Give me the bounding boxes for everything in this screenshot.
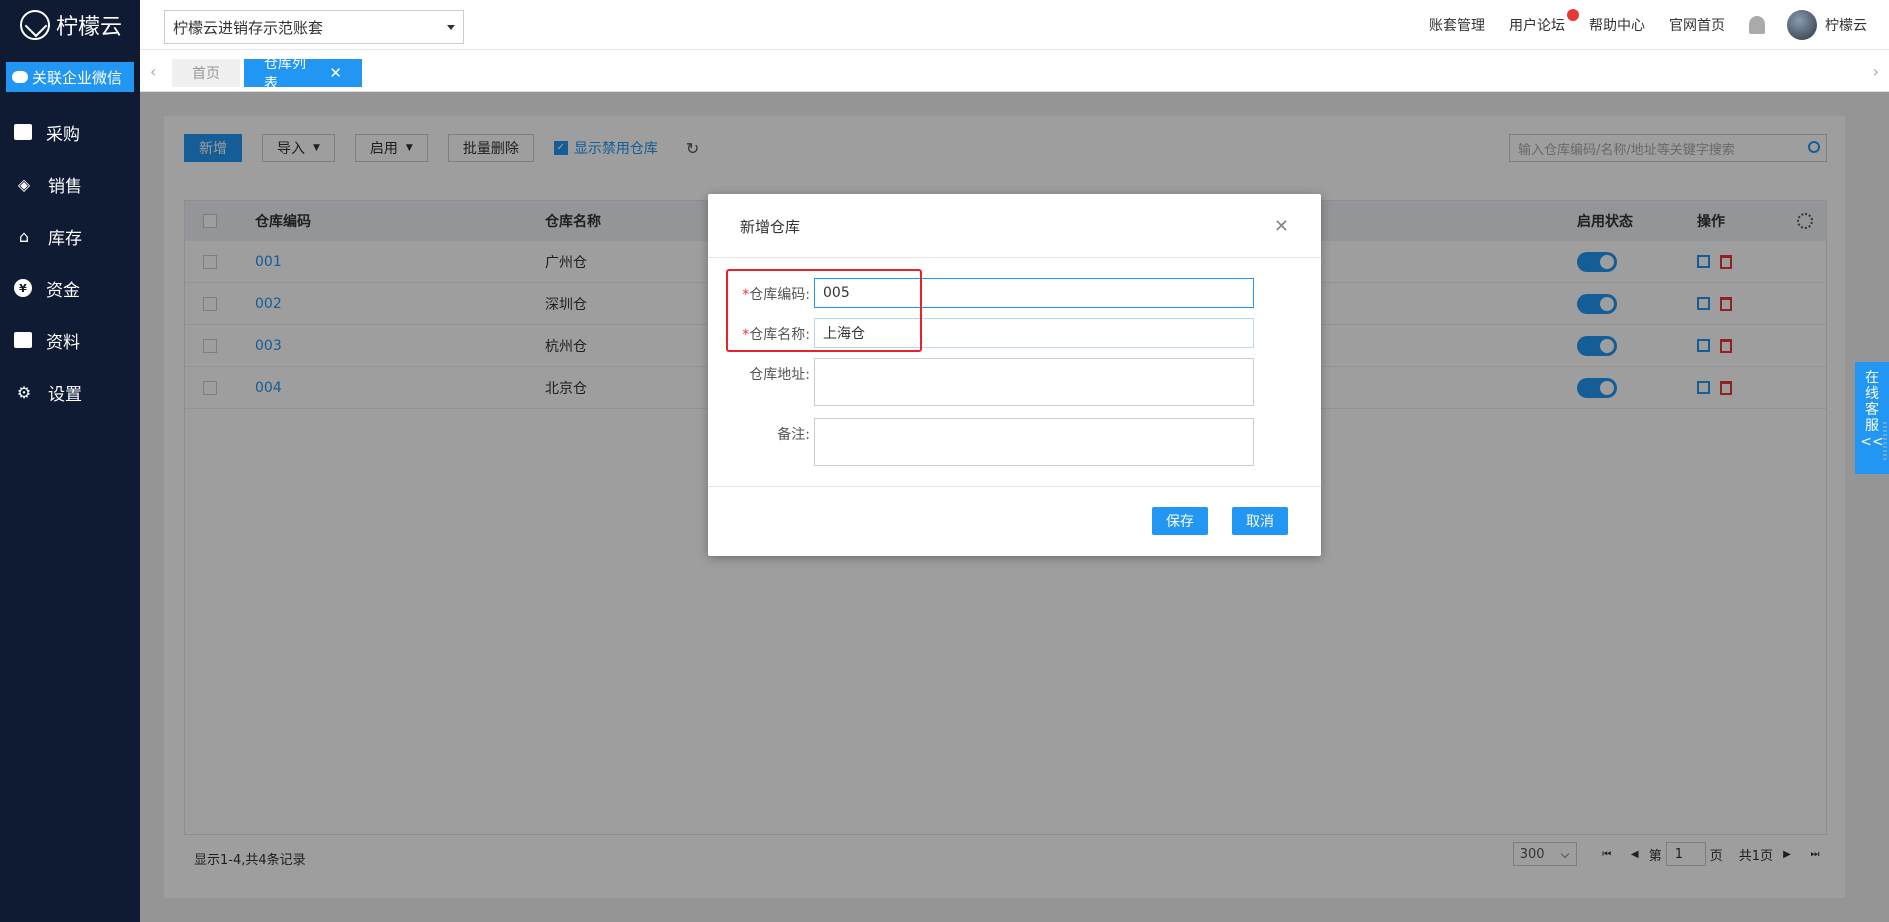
sidebar-item-settings[interactable]: ⚙ 设置 <box>0 366 140 418</box>
yen-icon: ¥ <box>14 279 32 297</box>
hot-badge-icon <box>1567 9 1579 21</box>
user-name[interactable]: 柠檬云 <box>1825 15 1867 35</box>
logo-text: 柠檬云 <box>56 15 123 40</box>
account-management-link[interactable]: 账套管理 <box>1429 15 1485 35</box>
account-select[interactable]: 柠檬云进销存示范账套 <box>164 10 464 44</box>
highlight-box <box>726 269 922 352</box>
address-field-row: 仓库地址: <box>708 358 1254 406</box>
service-char: 线 <box>1865 386 1879 402</box>
save-button[interactable]: 保存 <box>1152 507 1208 535</box>
lemon-logo-icon <box>20 10 50 40</box>
warehouse-icon: ⌂ <box>18 226 30 246</box>
sidebar-item-sales[interactable]: ◈ 销售 <box>0 158 140 210</box>
add-warehouse-dialog: 新增仓库 ✕ *仓库编码: 005 *仓库名称: 上海仓 仓库地址: 备注: 保… <box>708 194 1321 556</box>
top-links: 账套管理 用户论坛 帮助中心 官网首页 柠檬云 <box>1429 0 1889 50</box>
official-site-link[interactable]: 官网首页 <box>1669 15 1725 35</box>
dialog-title: 新增仓库 <box>740 218 801 236</box>
note-field-row: 备注: <box>708 418 1254 466</box>
chat-icon <box>12 71 28 83</box>
sidebar-item-label: 采购 <box>46 124 80 145</box>
sidebar-item-label: 设置 <box>48 384 82 405</box>
sidebar: 柠檬云 关联企业微信 采购 ◈ 销售 ⌂ 库存 ¥ 资金 资料 ⚙ 设置 <box>0 0 140 922</box>
help-center-link[interactable]: 帮助中心 <box>1589 15 1645 35</box>
sidebar-item-data[interactable]: 资料 <box>0 314 140 366</box>
sidebar-item-label: 库存 <box>48 228 82 249</box>
service-char: << <box>1860 434 1884 450</box>
document-icon <box>14 332 32 348</box>
caret-down-icon <box>447 25 455 30</box>
tab-home[interactable]: 首页 <box>172 59 240 87</box>
online-service-tab[interactable]: 在 线 客 服 << <box>1855 362 1889 474</box>
top-header: 柠檬云进销存示范账套 账套管理 用户论坛 帮助中心 官网首页 柠檬云 <box>140 0 1889 50</box>
bell-icon[interactable] <box>1749 16 1765 34</box>
sidebar-item-purchase[interactable]: 采购 <box>0 106 140 158</box>
dialog-footer: 保存 取消 <box>708 486 1321 556</box>
warehouse-address-input[interactable] <box>814 358 1254 406</box>
tab-home-label: 首页 <box>192 66 220 82</box>
service-char: 服 <box>1865 418 1879 434</box>
drag-handle-icon[interactable] <box>1883 422 1887 462</box>
close-tab-icon[interactable]: ✕ <box>329 64 342 82</box>
dialog-header: 新增仓库 ✕ <box>708 194 1321 258</box>
avatar[interactable] <box>1787 10 1817 40</box>
gear-icon: ⚙ <box>16 382 32 402</box>
service-char: 客 <box>1865 402 1879 418</box>
sidebar-item-label: 资金 <box>46 280 80 301</box>
bag-icon <box>14 124 32 140</box>
logo[interactable]: 柠檬云 <box>0 0 140 50</box>
tab-warehouse-list[interactable]: 仓库列表 ✕ <box>244 56 362 92</box>
sidebar-item-funds[interactable]: ¥ 资金 <box>0 262 140 314</box>
sidebar-item-inventory[interactable]: ⌂ 库存 <box>0 210 140 262</box>
service-char: 在 <box>1865 370 1879 386</box>
tag-icon: ◈ <box>17 174 31 194</box>
sidebar-item-label: 资料 <box>46 332 80 353</box>
address-label: 仓库地址: <box>749 367 810 383</box>
note-label: 备注: <box>777 427 810 443</box>
account-select-value: 柠檬云进销存示范账套 <box>173 18 324 37</box>
wechat-button-label: 关联企业微信 <box>32 68 123 87</box>
user-forum-link[interactable]: 用户论坛 <box>1509 9 1579 35</box>
note-input[interactable] <box>814 418 1254 466</box>
tab-strip: ‹ 首页 仓库列表 ✕ › <box>140 50 1889 92</box>
tab-scroll-right-icon[interactable]: › <box>1873 62 1879 81</box>
cancel-button[interactable]: 取消 <box>1232 507 1288 535</box>
sidebar-item-label: 销售 <box>48 176 82 197</box>
tab-warehouse-list-label: 仓库列表 <box>264 56 306 92</box>
close-icon[interactable]: ✕ <box>1274 216 1289 237</box>
tab-scroll-left-icon[interactable]: ‹ <box>150 62 156 81</box>
user-forum-label: 用户论坛 <box>1509 18 1565 34</box>
link-wechat-button[interactable]: 关联企业微信 <box>6 62 134 92</box>
